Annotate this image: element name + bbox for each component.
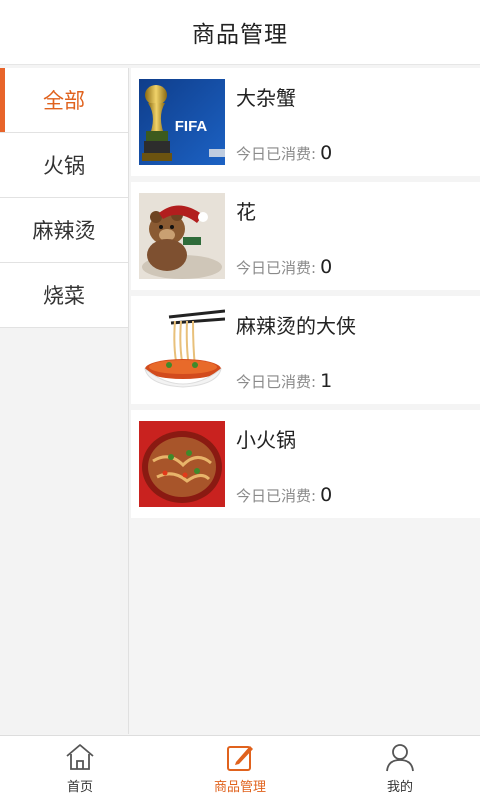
product-item[interactable]: 小火锅 今日已消费: 0 bbox=[131, 410, 480, 518]
tab-label: 我的 bbox=[386, 780, 413, 795]
product-image: FIFA bbox=[139, 79, 225, 165]
consume-value: 0 bbox=[320, 484, 333, 506]
category-malatang[interactable]: 麻辣烫 bbox=[0, 198, 128, 263]
product-item[interactable]: 花 今日已消费: 0 bbox=[131, 182, 480, 290]
product-info: 大杂蟹 今日已消费: 0 bbox=[236, 68, 480, 176]
product-list: FIFA 大杂蟹 今日已消费: 0 花 今日已消费: 0 麻辣烫的大侠 今日已消… bbox=[131, 68, 480, 734]
product-name: 大杂蟹 bbox=[236, 86, 296, 110]
page-title: 商品管理 bbox=[192, 22, 288, 48]
tab-mine[interactable]: 我的 bbox=[320, 736, 480, 801]
consume-label: 今日已消费: bbox=[236, 145, 317, 163]
product-name: 花 bbox=[236, 200, 256, 224]
product-info: 花 今日已消费: 0 bbox=[236, 182, 480, 290]
consume-stat: 今日已消费: 0 bbox=[236, 256, 332, 278]
tab-label: 首页 bbox=[66, 780, 93, 795]
product-image bbox=[139, 307, 225, 393]
product-info: 小火锅 今日已消费: 0 bbox=[236, 410, 480, 518]
category-hotpot[interactable]: 火锅 bbox=[0, 133, 128, 198]
consume-value: 1 bbox=[320, 370, 333, 392]
product-item[interactable]: FIFA 大杂蟹 今日已消费: 0 bbox=[131, 68, 480, 176]
category-braised[interactable]: 烧菜 bbox=[0, 263, 128, 328]
consume-value: 0 bbox=[320, 256, 333, 278]
consume-stat: 今日已消费: 0 bbox=[236, 142, 332, 164]
tab-home[interactable]: 首页 bbox=[0, 736, 160, 801]
consume-label: 今日已消费: bbox=[236, 373, 317, 391]
bottom-tab-bar: 首页 商品管理 我的 bbox=[0, 735, 480, 801]
category-label: 烧菜 bbox=[43, 284, 85, 308]
fifa-logo-text: FIFA bbox=[175, 118, 208, 135]
edit-icon bbox=[227, 746, 253, 771]
consume-stat: 今日已消费: 1 bbox=[236, 370, 332, 392]
product-image bbox=[139, 421, 225, 507]
category-sidebar: 全部 火锅 麻辣烫 烧菜 bbox=[0, 68, 129, 734]
consume-label: 今日已消费: bbox=[236, 259, 317, 277]
consume-value: 0 bbox=[320, 142, 333, 164]
tab-label: 商品管理 bbox=[213, 780, 266, 795]
product-name: 小火锅 bbox=[236, 428, 296, 452]
category-all[interactable]: 全部 bbox=[0, 68, 128, 133]
product-name: 麻辣烫的大侠 bbox=[236, 314, 356, 338]
category-label: 麻辣烫 bbox=[32, 219, 96, 243]
category-label: 火锅 bbox=[43, 154, 85, 178]
category-label: 全部 bbox=[43, 89, 85, 113]
top-bar: 商品管理 bbox=[0, 0, 480, 65]
user-icon bbox=[386, 744, 414, 772]
product-item[interactable]: 麻辣烫的大侠 今日已消费: 1 bbox=[131, 296, 480, 404]
product-image bbox=[139, 193, 225, 279]
consume-stat: 今日已消费: 0 bbox=[236, 484, 332, 506]
product-info: 麻辣烫的大侠 今日已消费: 1 bbox=[236, 296, 480, 404]
tab-product-management[interactable]: 商品管理 bbox=[160, 736, 320, 801]
home-icon bbox=[66, 744, 94, 770]
consume-label: 今日已消费: bbox=[236, 487, 317, 505]
